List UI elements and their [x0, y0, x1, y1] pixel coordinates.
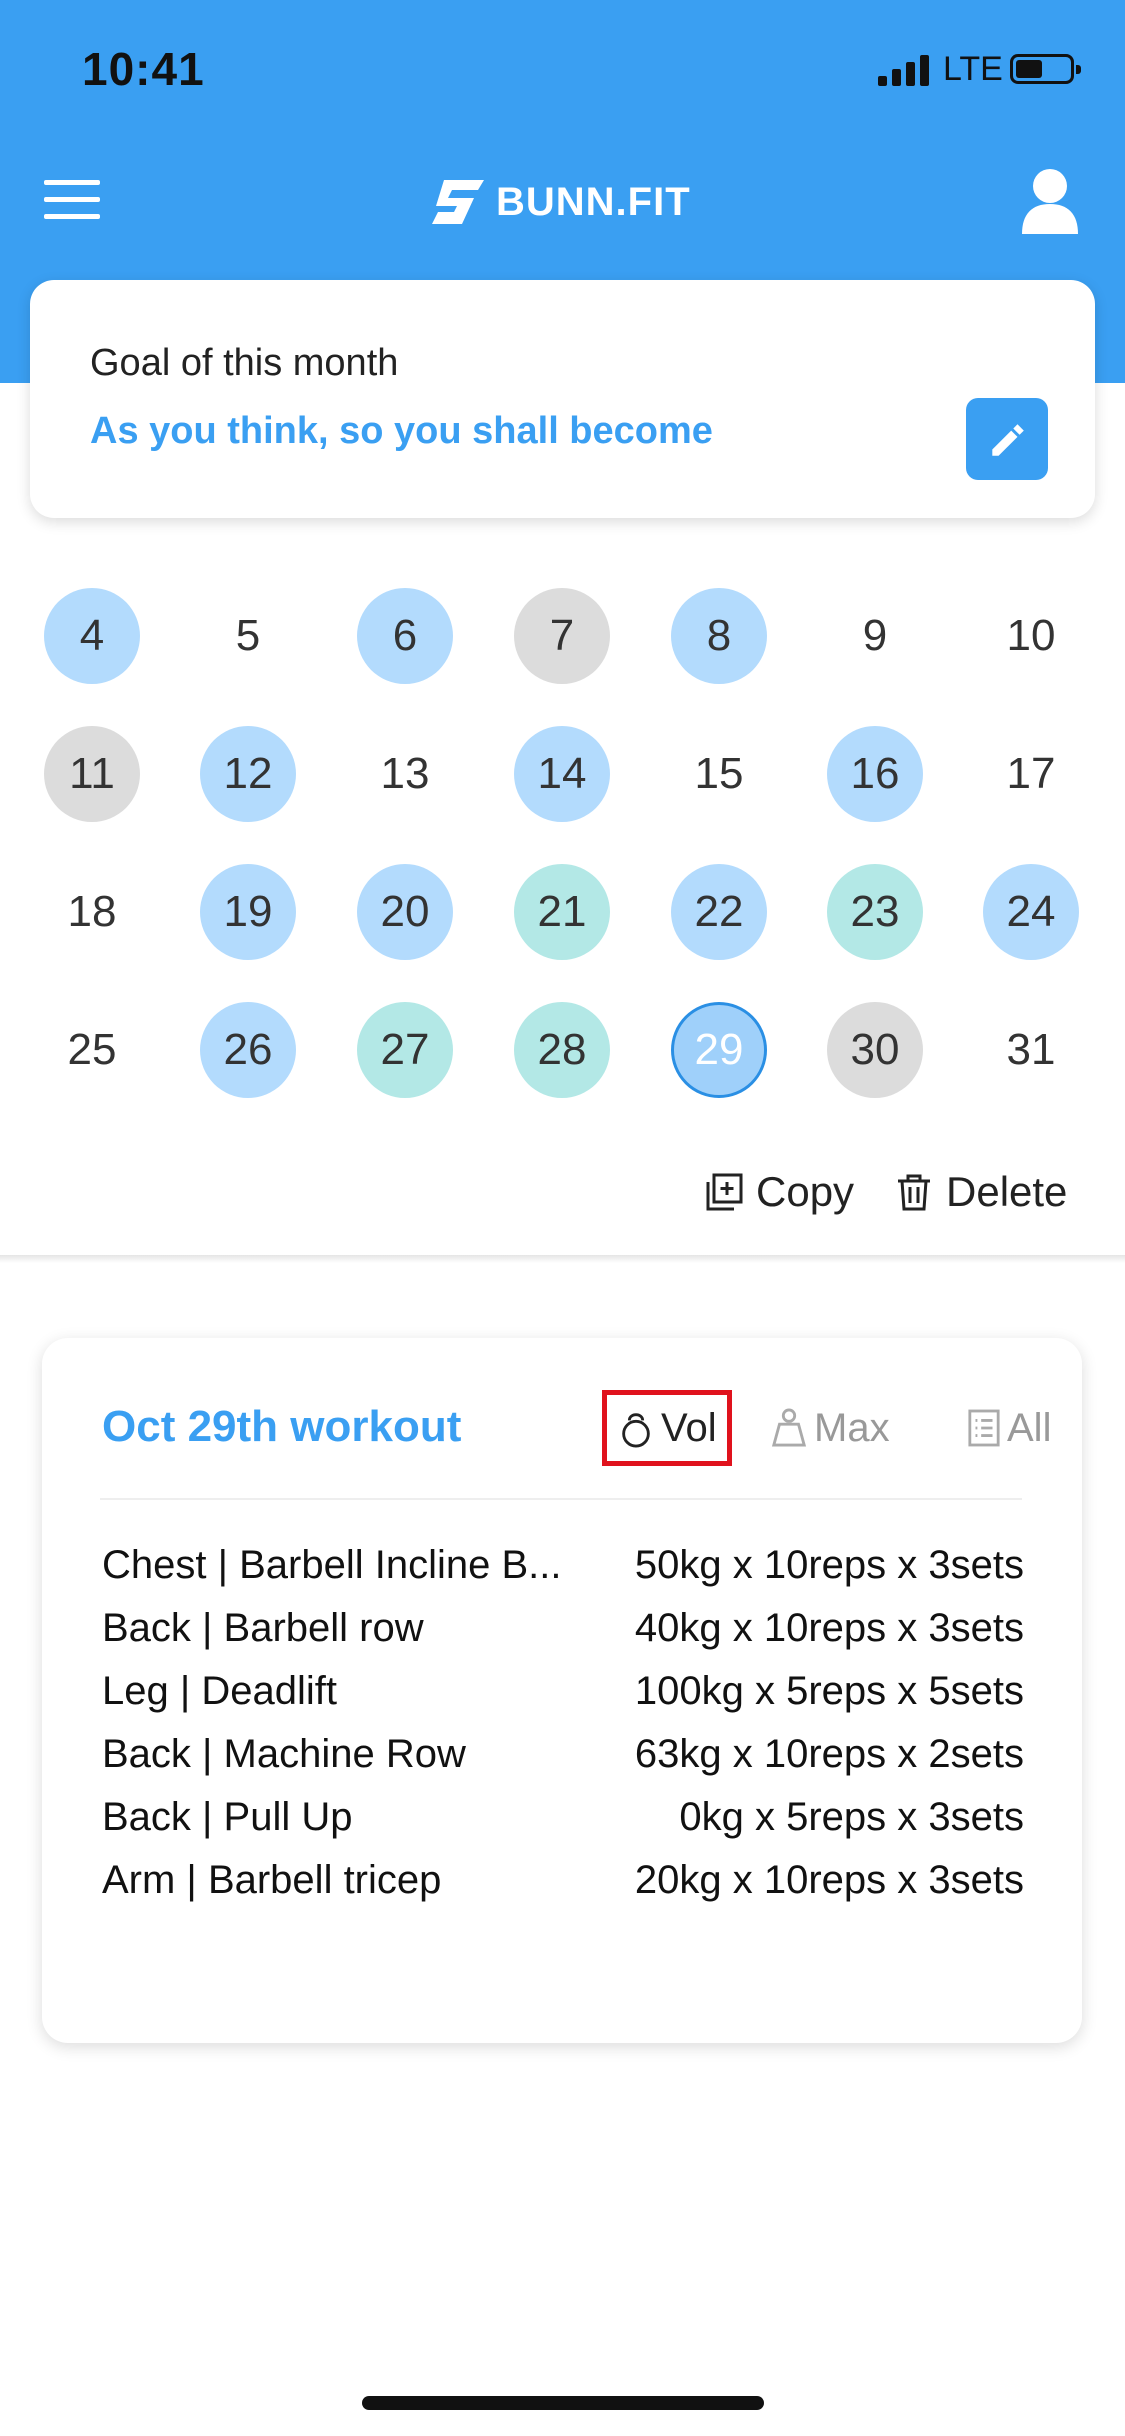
exercise-detail: 50kg x 10reps x 3sets — [634, 1543, 1024, 1587]
calendar-day-27[interactable]: 27 — [357, 1002, 453, 1098]
calendar-day-23[interactable]: 23 — [827, 864, 923, 960]
calendar-day-9[interactable]: 9 — [827, 588, 923, 684]
goal-text: As you think, so you shall become — [90, 410, 713, 452]
calendar-week-row: 4 5 6 7 8 9 10 — [0, 588, 1125, 688]
calendar-day-21[interactable]: 21 — [514, 864, 610, 960]
delete-label: Delete — [946, 1168, 1068, 1215]
hamburger-icon[interactable] — [44, 180, 100, 220]
exercise-name: Back | Barbell row — [102, 1606, 424, 1650]
calendar-day-12[interactable]: 12 — [200, 726, 296, 822]
exercise-row[interactable]: Back | Barbell row 40kg x 10reps x 3sets — [102, 1606, 1024, 1669]
exercise-detail: 0kg x 5reps x 3sets — [679, 1795, 1024, 1839]
section-divider — [0, 1255, 1125, 1263]
calendar-day-14[interactable]: 14 — [514, 726, 610, 822]
calendar-actions: Copy Delete — [0, 1160, 1125, 1230]
exercise-name: Arm | Barbell tricep — [102, 1858, 442, 1902]
exercise-name: Leg | Deadlift — [102, 1669, 337, 1713]
calendar-day-8[interactable]: 8 — [671, 588, 767, 684]
exercise-detail: 40kg x 10reps x 3sets — [634, 1606, 1024, 1650]
workout-title: Oct 29th workout — [102, 1402, 462, 1451]
pencil-icon — [992, 424, 1024, 456]
tab-all-label: All — [1007, 1405, 1052, 1450]
calendar-day-11[interactable]: 11 — [44, 726, 140, 822]
copy-icon — [706, 1173, 743, 1211]
exercise-name: Chest | Barbell Incline B... — [102, 1543, 562, 1587]
exercise-row[interactable]: Back | Machine Row 63kg x 10reps x 2sets — [102, 1732, 1024, 1795]
tab-max-label: Max — [814, 1405, 890, 1450]
calendar-day-13[interactable]: 13 — [357, 726, 453, 822]
kettlebell-icon — [622, 1413, 650, 1448]
weight-icon — [771, 1408, 807, 1447]
exercise-detail: 63kg x 10reps x 2sets — [634, 1732, 1024, 1776]
exercise-row[interactable]: Arm | Barbell tricep 20kg x 10reps x 3se… — [102, 1858, 1024, 1921]
calendar-day-16[interactable]: 16 — [827, 726, 923, 822]
calendar-day-18[interactable]: 18 — [44, 864, 140, 960]
calendar-day-30[interactable]: 30 — [827, 1002, 923, 1098]
nav-bar: BUNN.FIT — [0, 150, 1125, 250]
calendar-day-31[interactable]: 31 — [983, 1002, 1079, 1098]
calendar-day-6[interactable]: 6 — [357, 588, 453, 684]
battery-icon — [1010, 54, 1081, 84]
calendar-day-10[interactable]: 10 — [983, 588, 1079, 684]
calendar-day-29[interactable]: 29 — [671, 1002, 767, 1098]
workout-card: Oct 29th workout Vol Max All Chest | Bar… — [42, 1338, 1082, 2043]
signal-icon — [878, 54, 930, 86]
calendar-day-22[interactable]: 22 — [671, 864, 767, 960]
brand-logo: BUNN.FIT — [430, 174, 691, 230]
brand-name: BUNN.FIT — [496, 179, 691, 224]
copy-label: Copy — [756, 1168, 855, 1215]
calendar-week-row: 25 26 27 28 29 30 31 — [0, 1002, 1125, 1102]
exercise-list: Chest | Barbell Incline B... 50kg x 10re… — [102, 1543, 1024, 1921]
network-label: LTE — [943, 50, 1003, 88]
calendar-day-20[interactable]: 20 — [357, 864, 453, 960]
tab-vol[interactable]: Vol — [602, 1390, 732, 1466]
status-time: 10:41 — [82, 43, 205, 95]
tab-vol-label: Vol — [661, 1405, 717, 1450]
exercise-detail: 20kg x 10reps x 3sets — [634, 1858, 1024, 1902]
tab-max[interactable]: Max — [770, 1390, 890, 1466]
calendar-day-24[interactable]: 24 — [983, 864, 1079, 960]
copy-button[interactable]: Copy — [704, 1160, 854, 1224]
trash-icon — [898, 1174, 930, 1211]
home-indicator — [362, 2396, 764, 2410]
edit-goal-button[interactable] — [966, 398, 1048, 480]
exercise-detail: 100kg x 5reps x 5sets — [634, 1669, 1024, 1713]
exercise-name: Back | Machine Row — [102, 1732, 466, 1776]
list-icon — [968, 1409, 1000, 1447]
goal-card: Goal of this month As you think, so you … — [30, 280, 1095, 518]
calendar-week-row: 18 19 20 21 22 23 24 — [0, 864, 1125, 964]
calendar-day-28[interactable]: 28 — [514, 1002, 610, 1098]
tab-all[interactable]: All — [967, 1390, 1051, 1466]
goal-label: Goal of this month — [90, 342, 399, 384]
exercise-row[interactable]: Leg | Deadlift 100kg x 5reps x 5sets — [102, 1669, 1024, 1732]
exercise-row[interactable]: Chest | Barbell Incline B... 50kg x 10re… — [102, 1543, 1024, 1606]
delete-button[interactable]: Delete — [894, 1160, 1067, 1224]
calendar-day-25[interactable]: 25 — [44, 1002, 140, 1098]
calendar-day-4[interactable]: 4 — [44, 588, 140, 684]
calendar-day-19[interactable]: 19 — [200, 864, 296, 960]
card-divider — [100, 1498, 1022, 1500]
calendar-day-5[interactable]: 5 — [200, 588, 296, 684]
bunnfit-logo-icon — [432, 180, 484, 224]
calendar-day-17[interactable]: 17 — [983, 726, 1079, 822]
exercise-name: Back | Pull Up — [102, 1795, 353, 1839]
calendar-day-7[interactable]: 7 — [514, 588, 610, 684]
calendar-day-15[interactable]: 15 — [671, 726, 767, 822]
user-icon[interactable] — [1020, 166, 1080, 236]
status-bar: 10:41 LTE — [0, 0, 1125, 140]
calendar-day-26[interactable]: 26 — [200, 1002, 296, 1098]
calendar-week-row: 11 12 13 14 15 16 17 — [0, 726, 1125, 826]
exercise-row[interactable]: Back | Pull Up 0kg x 5reps x 3sets — [102, 1795, 1024, 1858]
